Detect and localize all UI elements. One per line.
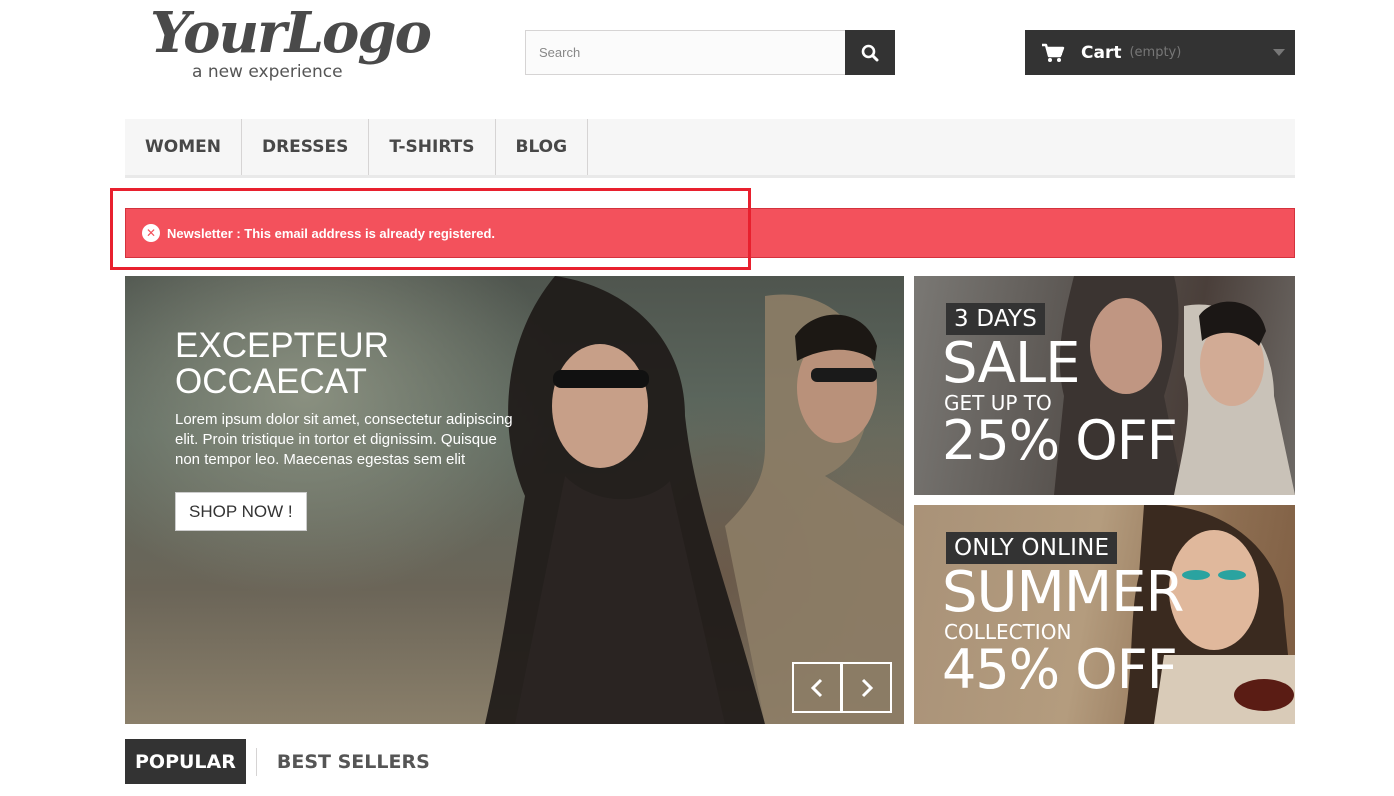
site-logo[interactable]: YourLogo a new experience: [150, 0, 440, 84]
search-bar: [525, 30, 895, 75]
chevron-left-icon: [810, 678, 823, 697]
banner-headline: SUMMER: [942, 560, 1184, 625]
cart-label: Cart: [1081, 42, 1122, 63]
product-tabs: POPULAR BEST SELLERS: [125, 739, 440, 784]
banner-headline: SALE: [942, 331, 1080, 396]
shopping-cart-icon: [1042, 43, 1065, 62]
cart-status: (empty): [1129, 45, 1182, 60]
search-icon: [861, 44, 879, 61]
menu-item-women[interactable]: WOMEN: [125, 119, 242, 175]
logo-tagline: a new experience: [192, 62, 343, 82]
cart-button[interactable]: Cart (empty): [1025, 30, 1295, 75]
menu-item-t-shirts[interactable]: T-SHIRTS: [369, 119, 496, 175]
slider-prev-button[interactable]: [792, 662, 842, 713]
sale-banner[interactable]: 3 DAYS SALE GET UP TO 25% OFF: [914, 276, 1295, 495]
alert-message: Newsletter : This email address is alrea…: [167, 225, 496, 241]
slide-description: Lorem ipsum dolor sit amet, consectetur …: [175, 411, 513, 468]
slider-navigation: [792, 662, 892, 713]
search-input[interactable]: [525, 30, 845, 75]
tab-divider: [255, 747, 257, 776]
newsletter-error-alert: ✕ Newsletter : This email address is alr…: [125, 208, 1295, 258]
banner-discount: 25% OFF: [942, 409, 1178, 472]
chevron-right-icon: [861, 678, 873, 697]
main-menu: WOMEN DRESSES T-SHIRTS BLOG: [125, 119, 1295, 178]
caret-down-icon: [1273, 49, 1285, 56]
error-circle-icon: ✕: [142, 224, 160, 242]
summer-collection-banner[interactable]: ONLY ONLINE SUMMER COLLECTION 45% OFF: [914, 505, 1295, 724]
slide-title: EXCEPTEUR OCCAECAT: [175, 326, 389, 401]
slider-next-button[interactable]: [842, 662, 892, 713]
menu-item-dresses[interactable]: DRESSES: [242, 119, 370, 175]
shop-now-button[interactable]: SHOP NOW !: [175, 492, 307, 531]
menu-item-blog[interactable]: BLOG: [496, 119, 589, 175]
banner-discount: 45% OFF: [942, 638, 1178, 701]
logo-script-text: YourLogo: [150, 0, 432, 66]
tab-best-sellers[interactable]: BEST SELLERS: [267, 739, 440, 784]
homepage-slider: EXCEPTEUR OCCAECAT Lorem ipsum dolor sit…: [125, 276, 904, 724]
search-button[interactable]: [845, 30, 895, 75]
tab-popular[interactable]: POPULAR: [125, 739, 246, 784]
